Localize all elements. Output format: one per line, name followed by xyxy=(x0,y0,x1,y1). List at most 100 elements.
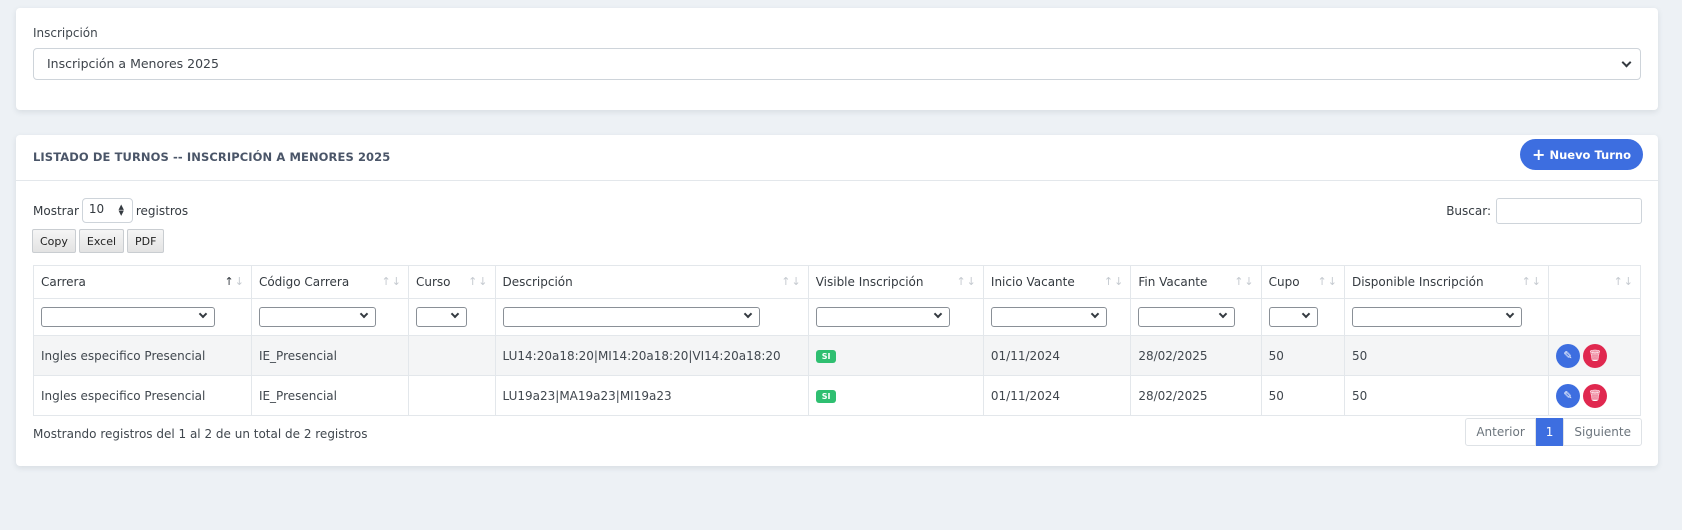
delete-button[interactable]: 🗑 xyxy=(1583,383,1608,408)
sort-icon: ↑↓ xyxy=(956,275,977,288)
cell-fin: 28/02/2025 xyxy=(1130,375,1262,416)
edit-icon: ✎ xyxy=(1563,349,1573,362)
search-control: Buscar: xyxy=(1446,198,1642,224)
cell-descripcion: LU14:20a18:20|MI14:20a18:20|VI14:20a18:2… xyxy=(494,335,809,376)
column-label: Código Carrera xyxy=(258,275,350,289)
copy-button[interactable]: Copy xyxy=(32,229,76,253)
column-header-inicio[interactable]: Inicio Vacante ↑↓ xyxy=(982,265,1132,299)
filter-cell xyxy=(1343,298,1550,336)
column-header-descripcion[interactable]: Descripción ↑↓ xyxy=(494,265,809,299)
turnos-list-card: LISTADO DE TURNOS -- INSCRIPCIÓN A MENOR… xyxy=(16,135,1658,466)
filter-select-visible[interactable] xyxy=(815,307,950,327)
filter-cell xyxy=(407,298,496,336)
export-buttons: Copy Excel PDF xyxy=(32,229,165,253)
inscripcion-card: Inscripción Inscripción a Menores 2025 xyxy=(16,8,1658,110)
column-label: Inicio Vacante xyxy=(990,275,1075,289)
filter-select-descripcion[interactable] xyxy=(502,307,760,327)
show-prefix: Mostrar xyxy=(33,203,79,218)
column-header-fin[interactable]: Fin Vacante ↑↓ xyxy=(1130,265,1262,299)
sort-icon: ↑↓ xyxy=(1613,275,1634,288)
sort-icon: ↑↓ xyxy=(381,275,402,288)
pagination-prev[interactable]: Anterior xyxy=(1465,418,1536,446)
page-length-control: Mostrar 10 ▲ ▼ registros xyxy=(33,198,188,223)
chevron-down-icon xyxy=(743,309,752,319)
cell-inicio: 01/11/2024 xyxy=(982,335,1132,376)
filter-cell xyxy=(494,298,809,336)
cell-disponible: 50 xyxy=(1343,335,1550,376)
chevron-down-icon xyxy=(933,309,942,319)
cell-curso xyxy=(407,335,496,376)
cell-curso xyxy=(407,375,496,416)
filter-cell xyxy=(1130,298,1262,336)
chevron-down-icon xyxy=(1505,309,1515,319)
turnos-table: Carrera ↑↓ Código Carrera ↑↓ Curso ↑↓ Descr… xyxy=(33,265,1641,416)
filter-select-curso[interactable] xyxy=(415,307,467,327)
filter-cell xyxy=(33,298,252,336)
cell-inicio: 01/11/2024 xyxy=(982,375,1132,416)
plus-icon: + xyxy=(1532,144,1546,164)
cell-carrera: Ingles especifico Presencial xyxy=(33,375,252,416)
pagination-next[interactable]: Siguiente xyxy=(1563,418,1642,446)
sort-updown-icon: ▲ ▼ xyxy=(118,203,124,217)
cell-fin: 28/02/2025 xyxy=(1130,335,1262,376)
sort-icon: ↑↓ xyxy=(1103,275,1125,288)
filter-cell xyxy=(1260,298,1345,336)
column-header-carrera[interactable]: Carrera ↑↓ xyxy=(33,265,252,299)
status-badge: SI xyxy=(815,390,837,403)
page-length-select[interactable]: 10 ▲ ▼ xyxy=(81,198,133,223)
show-suffix: registros xyxy=(135,203,189,218)
inscripcion-select[interactable]: Inscripción a Menores 2025 xyxy=(33,48,1641,80)
column-label: Curso xyxy=(415,275,451,289)
column-label: Carrera xyxy=(41,275,86,289)
column-label: Cupo xyxy=(1268,275,1300,289)
column-label: Visible Inscripción xyxy=(815,275,924,289)
chevron-down-icon xyxy=(359,309,369,319)
column-header-actions[interactable]: ↑↓ xyxy=(1548,265,1641,299)
filter-row xyxy=(33,298,1641,336)
column-header-cupo[interactable]: Cupo ↑↓ xyxy=(1260,265,1345,299)
cell-actions: ✎ 🗑 xyxy=(1548,375,1641,416)
chevron-down-icon xyxy=(198,309,208,319)
chevron-down-icon xyxy=(1219,309,1228,319)
pagination: Anterior 1 Siguiente xyxy=(1465,418,1642,446)
filter-select-codigo[interactable] xyxy=(258,307,376,327)
filter-select-cupo[interactable] xyxy=(1268,307,1318,327)
cell-carrera: Ingles especifico Presencial xyxy=(33,335,252,376)
cell-cupo: 50 xyxy=(1260,375,1345,416)
filter-select-inicio[interactable] xyxy=(990,307,1107,327)
cell-codigo: IE_Presencial xyxy=(250,335,409,376)
sort-icon: ↑↓ xyxy=(1317,275,1338,288)
sort-icon: ↑↓ xyxy=(224,275,245,288)
column-header-codigo[interactable]: Código Carrera ↑↓ xyxy=(250,265,409,299)
search-label: Buscar: xyxy=(1446,204,1491,218)
delete-button[interactable]: 🗑 xyxy=(1583,343,1608,368)
inscripcion-label: Inscripción xyxy=(33,26,98,40)
chevron-down-icon xyxy=(1621,57,1632,68)
excel-button[interactable]: Excel xyxy=(78,229,125,253)
search-input[interactable] xyxy=(1496,198,1642,224)
filter-select-fin[interactable] xyxy=(1138,307,1236,327)
table-row: Ingles especifico Presencial IE_Presenci… xyxy=(33,375,1641,416)
edit-button[interactable]: ✎ xyxy=(1556,383,1581,408)
cell-visible: SI xyxy=(807,335,984,376)
trash-icon: 🗑 xyxy=(1588,349,1603,362)
sort-icon: ↑↓ xyxy=(468,275,489,288)
column-header-disponible[interactable]: Disponible Inscripción ↑↓ xyxy=(1343,265,1550,299)
chevron-down-icon xyxy=(1090,309,1100,319)
sort-icon: ↑↓ xyxy=(1234,275,1255,288)
card-header: LISTADO DE TURNOS -- INSCRIPCIÓN A MENOR… xyxy=(16,135,1658,181)
table-row: Ingles especifico Presencial IE_Presenci… xyxy=(33,335,1641,376)
column-label: Descripción xyxy=(502,275,573,289)
cell-cupo: 50 xyxy=(1260,335,1345,376)
inscripcion-selected-value: Inscripción a Menores 2025 xyxy=(47,56,219,71)
pagination-page-1[interactable]: 1 xyxy=(1535,418,1564,446)
pdf-button[interactable]: PDF xyxy=(127,229,165,253)
filter-select-disponible[interactable] xyxy=(1351,307,1522,327)
column-header-visible[interactable]: Visible Inscripción ↑↓ xyxy=(807,265,984,299)
edit-button[interactable]: ✎ xyxy=(1556,343,1581,368)
filter-select-carrera[interactable] xyxy=(41,307,215,327)
sort-icon: ↑↓ xyxy=(1521,275,1543,288)
column-header-curso[interactable]: Curso ↑↓ xyxy=(407,265,496,299)
nuevo-turno-button[interactable]: + Nuevo Turno xyxy=(1520,139,1643,170)
nuevo-turno-label: Nuevo Turno xyxy=(1549,147,1631,162)
